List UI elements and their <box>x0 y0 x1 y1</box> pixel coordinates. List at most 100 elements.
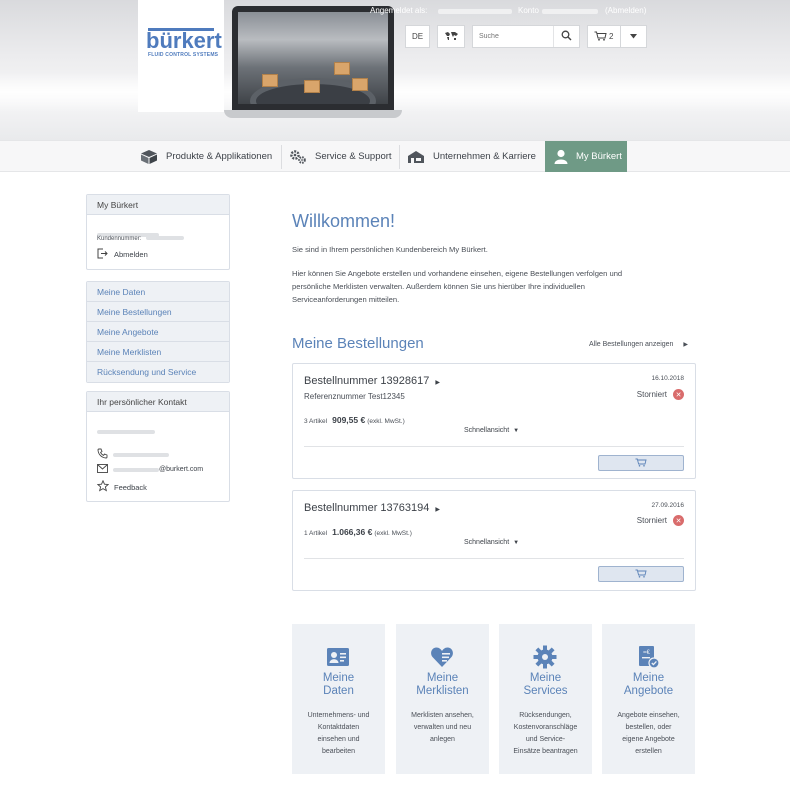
feedback-link[interactable]: Feedback <box>96 479 147 494</box>
order-number: Bestellnummer 13928617 <box>304 375 430 387</box>
tile-description: Merklisten ansehen, verwalten und neu an… <box>411 712 474 743</box>
sidebar-logout[interactable]: Abmelden <box>97 248 148 261</box>
logo-wordmark: bürkert <box>146 28 222 53</box>
gear-icon <box>533 645 557 669</box>
star-icon <box>96 479 110 494</box>
feedback-label: Feedback <box>114 482 147 492</box>
order-status: Storniert ✕ <box>637 389 684 400</box>
order-status-label: Storniert <box>636 390 667 399</box>
nav-my-burkert[interactable]: My Bürkert <box>545 141 627 172</box>
hero-laptop-image <box>224 6 402 132</box>
nav-my-burkert-label: My Bürkert <box>576 151 622 162</box>
contact-panel: Ihr persönlicher Kontakt @burkert.com Fe… <box>86 391 230 502</box>
tile-meine-services[interactable]: Meine Services Rücksendungen, Kostenvora… <box>499 624 592 774</box>
orders-section-title: Meine Bestellungen <box>292 335 424 352</box>
order-title[interactable]: Bestellnummer 13928617 ▶ <box>304 375 440 387</box>
sidebar-item-meine-daten[interactable]: Meine Daten <box>87 282 229 302</box>
account-panel-title: My Bürkert <box>87 195 229 215</box>
page-title: Willkommen! <box>292 211 396 231</box>
tile-description: Rücksendungen, Kostenvoranschläge und Se… <box>513 712 578 755</box>
chevron-down-icon: ▼ <box>513 540 520 546</box>
logout-link[interactable]: (Abmelden) <box>605 6 646 15</box>
country-selector[interactable] <box>437 25 465 48</box>
service-gears-icon <box>289 149 307 165</box>
nav-company-label: Unternehmen & Karriere <box>433 151 536 162</box>
reorder-cart-button[interactable] <box>598 455 684 471</box>
chevron-down-icon <box>630 32 637 41</box>
order-amount: 1.066,36 € <box>332 527 373 537</box>
customer-number-label: Kundennummer: <box>97 236 142 242</box>
tile-title: Meine Daten <box>322 672 355 697</box>
cart-icon <box>635 458 647 469</box>
arrow-right-icon: ▶ <box>435 380 441 386</box>
company-building-icon <box>407 150 425 164</box>
quickview-toggle[interactable]: Schnellansicht ▼ <box>464 539 519 546</box>
cart-icon <box>594 31 607 43</box>
order-status-label: Storniert <box>636 516 667 525</box>
main-navigation: Produkte & Applikationen Service & Suppo… <box>0 140 790 172</box>
heart-list-icon <box>430 645 454 669</box>
customer-number-row: Kundennummer: <box>97 236 185 242</box>
tile-title: Meine Angebote <box>623 672 674 697</box>
divider <box>304 558 684 559</box>
header-hero: bürkert FLUID CONTROL SYSTEMS Angemeldet… <box>0 0 790 140</box>
logo[interactable]: bürkert FLUID CONTROL SYSTEMS <box>138 0 224 112</box>
sidebar-logout-label: Abmelden <box>114 250 148 259</box>
quickview-label: Schnellansicht <box>464 427 510 434</box>
cancelled-icon: ✕ <box>673 389 684 400</box>
order-title[interactable]: Bestellnummer 13763194 ▶ <box>304 502 440 514</box>
mail-icon <box>97 464 108 475</box>
order-status: Storniert ✕ <box>637 515 684 526</box>
quickview-label: Schnellansicht <box>464 539 510 546</box>
tile-meine-angebote[interactable]: =€ Meine Angebote Angebote einsehen, bes… <box>602 624 695 774</box>
order-article-count: 1 Artikel <box>304 530 328 537</box>
sidebar-item-meine-merklisten[interactable]: Meine Merklisten <box>87 342 229 362</box>
tile-meine-merklisten[interactable]: Meine Merklisten Merklisten ansehen, ver… <box>396 624 489 774</box>
logo-tagline: FLUID CONTROL SYSTEMS <box>148 52 219 58</box>
intro-text-2: Hier können Sie Angebote erstellen und v… <box>292 269 623 278</box>
cart-count: 2 <box>609 32 614 41</box>
nav-products[interactable]: Produkte & Applikationen <box>140 141 280 172</box>
nav-service[interactable]: Service & Support <box>289 141 399 172</box>
search-icon <box>561 30 572 43</box>
tile-title: Meine Merklisten <box>416 672 469 697</box>
arrow-right-icon: ▶ <box>683 342 689 348</box>
sidebar-item-ruecksendung-service[interactable]: Rücksendung und Service <box>87 362 229 382</box>
logout-icon <box>97 248 108 261</box>
nav-products-label: Produkte & Applikationen <box>166 151 273 162</box>
sidebar-item-meine-bestellungen[interactable]: Meine Bestellungen <box>87 302 229 322</box>
products-icon <box>140 149 158 165</box>
tile-description: Unternehmens- und Kontaktdaten einsehen … <box>307 712 370 755</box>
quickview-toggle[interactable]: Schnellansicht ▼ <box>464 427 519 434</box>
intro-text-3: persönliche Merklisten verwalten. Außerd… <box>292 282 585 291</box>
quote-document-icon: =€ <box>636 645 660 669</box>
tile-meine-daten[interactable]: Meine Daten Unternehmens- und Kontaktdat… <box>292 624 385 774</box>
sidebar-item-meine-angebote[interactable]: Meine Angebote <box>87 322 229 342</box>
order-amount-row: 3 Artikel 909,55 € (exkl. MwSt.) <box>304 415 405 425</box>
order-tax-note: (exkl. MwSt.) <box>367 418 405 425</box>
intro-text-4: Serviceanforderungen mitteilen. <box>292 295 400 304</box>
logged-in-label: Angemeldet als: <box>370 6 428 15</box>
all-orders-link[interactable]: Alle Bestellungen anzeigen ▶ <box>589 341 688 348</box>
search-input[interactable] <box>473 26 551 47</box>
order-article-count: 3 Artikel <box>304 418 328 425</box>
cart-icon <box>635 569 647 580</box>
divider <box>304 446 684 447</box>
nav-company[interactable]: Unternehmen & Karriere <box>407 141 545 172</box>
account-link[interactable]: Konto <box>518 6 539 15</box>
cart-button[interactable]: 2 <box>587 25 621 48</box>
search-box <box>472 25 580 48</box>
reorder-cart-button[interactable] <box>598 566 684 582</box>
contact-phone[interactable] <box>97 448 169 461</box>
language-selector[interactable]: DE <box>405 25 430 48</box>
account-panel: My Bürkert Kundennummer: Abmelden <box>86 194 230 270</box>
order-tax-note: (exkl. MwSt.) <box>374 530 412 537</box>
contact-email[interactable]: @burkert.com <box>97 464 203 475</box>
world-map-icon <box>444 31 459 43</box>
search-button[interactable] <box>553 26 579 47</box>
phone-icon <box>97 448 108 461</box>
sidebar-menu: Meine Daten Meine Bestellungen Meine Ang… <box>86 281 230 383</box>
order-date: 27.09.2016 <box>651 502 684 509</box>
cart-dropdown-toggle[interactable] <box>620 25 647 48</box>
order-number: Bestellnummer 13763194 <box>304 502 430 514</box>
